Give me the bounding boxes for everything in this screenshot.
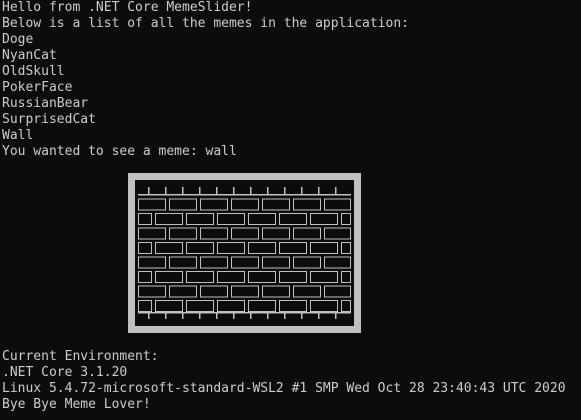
- meme-list-item: OldSkull: [2, 64, 65, 79]
- wall-post: [216, 187, 218, 194]
- farewell-line: Bye Bye Meme Lover!: [2, 397, 151, 412]
- wall-post: [335, 313, 337, 319]
- meme-list-item: Doge: [2, 32, 34, 47]
- terminal-window[interactable]: { "console": { "greeting": "Hello from .…: [0, 0, 581, 420]
- runtime-version-line: .NET Core 3.1.20: [2, 365, 128, 380]
- wall-post: [165, 187, 167, 194]
- brick-wall-art: [128, 173, 361, 333]
- wall-post: [199, 313, 201, 319]
- wall-post: [284, 313, 286, 319]
- list-intro-line: Below is a list of all the memes in the …: [2, 16, 409, 31]
- wall-post: [318, 313, 320, 319]
- selection-line: You wanted to see a meme: wall: [2, 144, 237, 159]
- wall-post: [250, 187, 252, 194]
- wall-post: [148, 187, 150, 194]
- wall-post: [267, 313, 269, 319]
- wall-post: [318, 187, 320, 194]
- wall-post: [301, 187, 303, 194]
- wall-post: [182, 187, 184, 194]
- meme-list-item: PokerFace: [2, 80, 73, 95]
- environment-header: Current Environment:: [2, 349, 159, 364]
- wall-post: [199, 187, 201, 194]
- wall-post: [182, 313, 184, 319]
- wall-post: [267, 187, 269, 194]
- wall-post: [301, 313, 303, 319]
- meme-list-item: Wall: [2, 128, 34, 143]
- wall-post: [284, 187, 286, 194]
- wall-post: [165, 313, 167, 319]
- wall-post: [233, 313, 235, 319]
- meme-list-item: NyanCat: [2, 48, 57, 63]
- wall-post: [250, 313, 252, 319]
- os-version-line: Linux 5.4.72-microsoft-standard-WSL2 #1 …: [2, 381, 566, 396]
- wall-post: [233, 187, 235, 194]
- wall-post: [148, 313, 150, 319]
- wall-post: [335, 187, 337, 194]
- meme-list-item: RussianBear: [2, 96, 89, 111]
- greeting-line: Hello from .NET Core MemeSlider!: [2, 0, 253, 15]
- meme-list-item: SurprisedCat: [2, 112, 96, 127]
- wall-post: [216, 313, 218, 319]
- wall-cap: [138, 194, 351, 196]
